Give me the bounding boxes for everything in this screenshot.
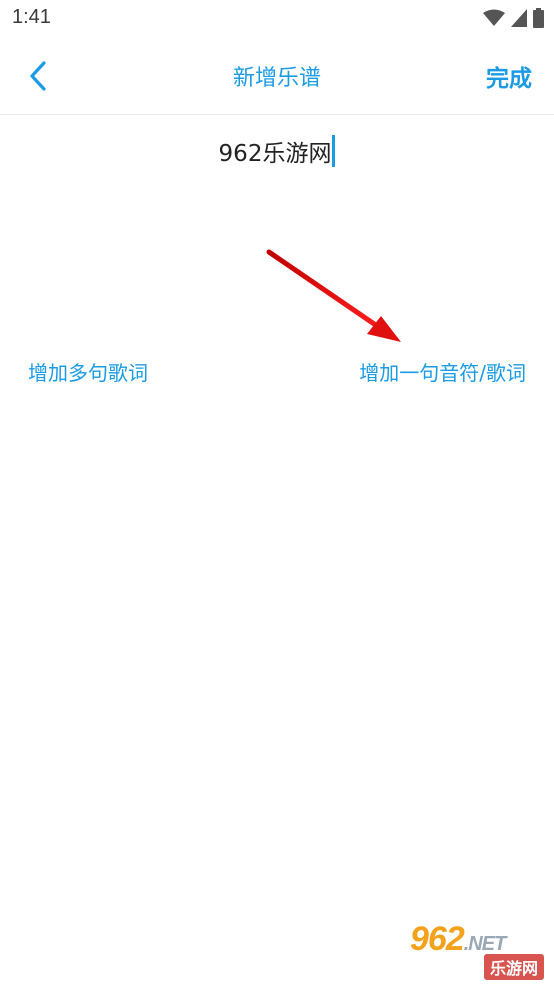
app-bar: 新增乐谱 完成 <box>0 38 554 115</box>
status-time: 1:41 <box>12 6 51 28</box>
battery-icon <box>533 8 544 28</box>
page-title: 新增乐谱 <box>232 66 321 91</box>
add-multi-lyrics-link[interactable]: 增加多句歌词 <box>28 357 148 386</box>
red-arrow-annotation <box>266 249 401 342</box>
done-button[interactable]: 完成 <box>486 59 532 93</box>
text-caret <box>332 135 336 167</box>
wifi-icon <box>483 9 505 26</box>
status-icons <box>483 8 544 28</box>
site-watermark: 962.NET 乐游网 <box>408 920 548 980</box>
score-title-value: 962乐游网 <box>218 141 332 167</box>
add-note-lyric-link[interactable]: 增加一句音符/歌词 <box>359 357 526 386</box>
score-title-input[interactable]: 962乐游网 <box>0 134 554 168</box>
watermark-site-name: 乐游网 <box>483 954 544 980</box>
cellular-signal-icon <box>511 9 527 27</box>
status-bar: 1:41 <box>0 0 554 38</box>
watermark-domain: .NET <box>463 933 507 955</box>
watermark-brand: 962 <box>410 920 465 958</box>
